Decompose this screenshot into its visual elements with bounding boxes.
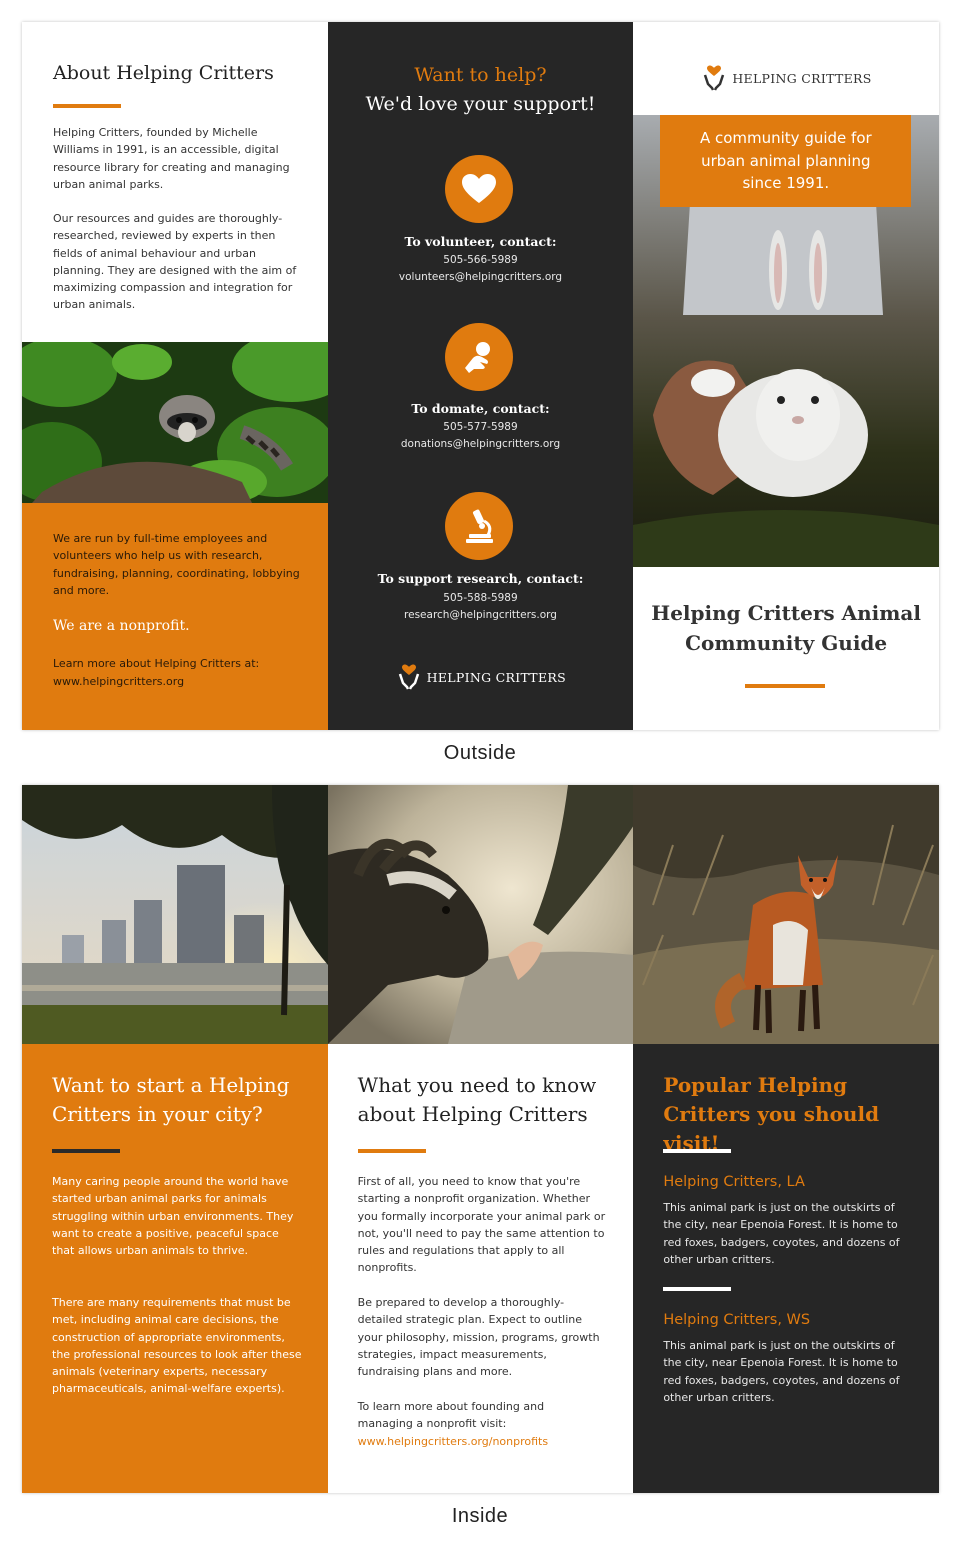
start-paragraph-1: Many caring people around the world have… bbox=[52, 1175, 294, 1258]
know-title: What you need to know about Helping Crit… bbox=[357, 1073, 597, 1126]
donate-email[interactable]: donations@helpingcritters.org bbox=[328, 438, 634, 450]
know-paragraph-2: Be prepared to develop a thoroughly-deta… bbox=[357, 1296, 600, 1379]
cover-logo: HELPING CRITTERS bbox=[703, 65, 871, 91]
know-underline bbox=[357, 1149, 426, 1153]
help-title-line-1: Want to help? bbox=[414, 64, 547, 86]
cover-underline bbox=[745, 684, 826, 688]
start-panel: Want to start a Helping Critters in your… bbox=[22, 785, 328, 1493]
microscope-icon bbox=[444, 492, 513, 560]
volunteer-heading: To volunteer, contact: bbox=[404, 234, 557, 249]
goat-photo bbox=[327, 785, 634, 1044]
know-panel: What you need to know about Helping Crit… bbox=[327, 785, 634, 1493]
volunteer-email[interactable]: volunteers@helpingcritters.org bbox=[328, 271, 634, 283]
volunteer-phone: 505-566-5989 bbox=[443, 254, 518, 266]
cover-title-line-2: Community Guide bbox=[685, 631, 888, 655]
know-paragraph-1: First of all, you need to know that you'… bbox=[357, 1175, 606, 1275]
cover-logo-text: HELPING CRITTERS bbox=[732, 70, 872, 86]
nonprofit-heading: We are a nonprofit. bbox=[53, 618, 190, 634]
about-title: About Helping Critters bbox=[53, 62, 274, 84]
staff-paragraph: We are run by full-time employees and vo… bbox=[53, 532, 300, 597]
logo-text: HELPING CRITTERS bbox=[426, 669, 566, 685]
fox-photo bbox=[633, 785, 939, 1044]
brochure-outside: About Helping Critters Helping Critters,… bbox=[22, 22, 939, 730]
start-paragraph-2: There are many requirements that must be… bbox=[52, 1296, 302, 1396]
nonprofits-link[interactable]: www.helpingcritters.org/nonprofits bbox=[358, 1433, 608, 1450]
donate-hand-icon bbox=[444, 323, 513, 391]
donate-phone: 505-577-5989 bbox=[443, 421, 518, 433]
park-name-ws: Helping Critters, WS bbox=[663, 1312, 811, 1328]
about-paragraph-1: Helping Critters, founded by Michelle Wi… bbox=[53, 126, 290, 191]
start-title: Want to start a Helping Critters in your… bbox=[52, 1073, 290, 1126]
learn-more-text: Learn more about Helping Critters at: bbox=[53, 657, 260, 670]
cover-tagline: A community guide for urban animal plann… bbox=[660, 115, 912, 207]
about-panel: About Helping Critters Helping Critters,… bbox=[22, 22, 328, 730]
popular-underline bbox=[663, 1149, 732, 1153]
title-underline bbox=[53, 104, 121, 108]
outside-caption: Outside bbox=[443, 742, 517, 764]
heart-icon bbox=[444, 155, 513, 223]
brochure-inside: Want to start a Helping Critters in your… bbox=[22, 785, 939, 1493]
logo: HELPING CRITTERS bbox=[398, 664, 566, 690]
donate-heading: To domate, contact: bbox=[411, 401, 550, 416]
research-heading: To support research, contact: bbox=[377, 571, 584, 586]
park-description-la: This animal park is just on the outskirt… bbox=[663, 1201, 900, 1266]
website-link[interactable]: www.helpingcritters.org bbox=[53, 673, 305, 690]
research-phone: 505-588-5989 bbox=[443, 592, 518, 604]
cover-panel: HELPING CRITTERS A community guide for u… bbox=[633, 22, 939, 730]
park-description-ws: This animal park is just on the outskirt… bbox=[663, 1339, 900, 1404]
logo-hands-heart-icon bbox=[398, 664, 419, 690]
raccoon-photo bbox=[22, 342, 328, 503]
city-park-photo bbox=[22, 785, 328, 1044]
research-email[interactable]: research@helpingcritters.org bbox=[328, 609, 634, 621]
start-underline bbox=[52, 1149, 120, 1153]
park-divider bbox=[663, 1287, 732, 1291]
know-paragraph-3: To learn more about founding and managin… bbox=[357, 1400, 545, 1431]
help-panel: Want to help? We'd love your support! To… bbox=[327, 22, 634, 730]
inside-caption: Inside bbox=[451, 1505, 509, 1527]
park-name-la: Helping Critters, LA bbox=[663, 1174, 805, 1190]
popular-panel: Popular Helping Critters you should visi… bbox=[633, 785, 939, 1493]
cover-title: Helping Critters Animal Community Guide bbox=[633, 598, 939, 658]
cover-title-line-1: Helping Critters Animal bbox=[651, 601, 921, 625]
logo-hands-heart-icon bbox=[704, 65, 725, 91]
help-title-line-2: We'd love your support! bbox=[365, 93, 596, 115]
popular-title: Popular Helping Critters you should visi… bbox=[663, 1073, 880, 1155]
about-paragraph-2: Our resources and guides are thoroughly-… bbox=[53, 212, 297, 312]
